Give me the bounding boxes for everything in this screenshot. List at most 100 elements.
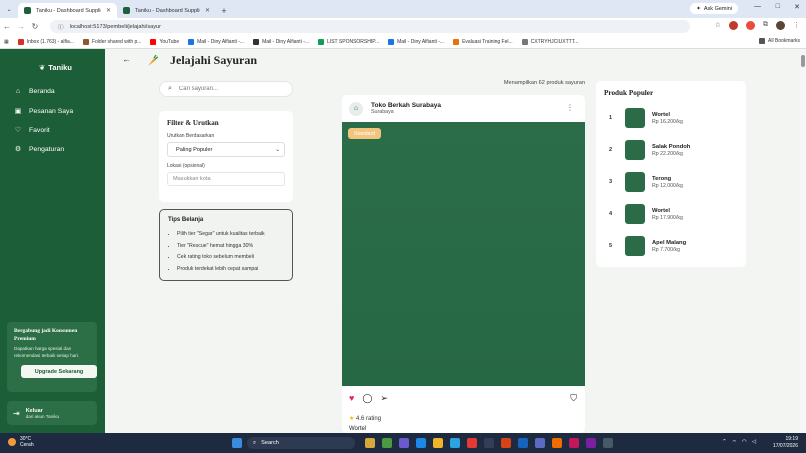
scrollbar-thumb[interactable] xyxy=(801,55,805,67)
bookmark-icon[interactable]: ⛉ xyxy=(570,393,577,404)
ask-gemini-button[interactable]: ✦ Ask Gemini xyxy=(690,3,738,14)
bookmark-item[interactable]: Mail - Diny Alfianti -... xyxy=(388,38,444,45)
bookmark-item[interactable]: Folder shared with p... xyxy=(82,38,141,45)
wifi-icon[interactable]: ◠ xyxy=(742,439,747,446)
back-button[interactable]: ← xyxy=(122,54,131,64)
app-icon[interactable] xyxy=(569,438,579,448)
extensions-puzzle-icon[interactable]: ⧉ xyxy=(763,21,768,30)
popular-item[interactable]: 1 Wortel Rp 16.200/kg xyxy=(609,108,683,128)
bookmark-label: CXTRYHJCIUXTTT... xyxy=(530,38,579,45)
apps-grid-icon[interactable]: ▦ xyxy=(4,39,9,45)
search-icon: ⌕ xyxy=(168,85,172,92)
app-icon[interactable] xyxy=(450,438,460,448)
windows-start-icon[interactable] xyxy=(232,438,242,448)
app-icon[interactable] xyxy=(365,438,375,448)
start-area xyxy=(232,438,242,448)
sidebar-item-pesanan-saya[interactable]: ▣ Pesanan Saya xyxy=(14,107,74,116)
logout-button[interactable]: ⇥ Keluar dari akun Taniku xyxy=(7,401,97,425)
minimize-icon[interactable]: — xyxy=(754,3,761,10)
app-icon[interactable] xyxy=(552,438,562,448)
sidebar-item-label: Pengaturan xyxy=(29,145,65,153)
page-scrollbar[interactable] xyxy=(800,49,806,433)
share-icon[interactable]: ➢ xyxy=(380,393,388,404)
network-icon[interactable]: ⌔ xyxy=(732,439,737,446)
star-icon[interactable]: ☆ xyxy=(715,21,721,30)
popular-item[interactable]: 3 Terong Rp 12.000/kg xyxy=(609,172,683,192)
bookmark-item[interactable]: LIST SPONSORSHIP... xyxy=(318,38,379,45)
app-icon[interactable] xyxy=(399,438,409,448)
popular-products-panel: Produk Populer 1 Wortel Rp 16.200/kg 2 Sa… xyxy=(596,81,746,267)
carrot-icon xyxy=(148,55,158,66)
logout-subtitle: dari akun Taniku xyxy=(25,413,60,419)
new-tab-button[interactable]: + xyxy=(216,3,232,18)
taskbar-apps xyxy=(365,438,613,448)
location-label: Lokasi (opsional) xyxy=(167,163,205,169)
product-image[interactable]: Standard xyxy=(342,122,585,386)
store-icon[interactable]: ⌂ xyxy=(349,101,363,116)
tab-list-icon[interactable]: ⌄ xyxy=(0,0,18,18)
url-text[interactable]: localhost:5173/pembeli/jelajahi/sayur xyxy=(70,24,161,30)
extension-icon[interactable] xyxy=(729,21,738,30)
bookmark-item[interactable]: Evaluasi Training Fel... xyxy=(453,38,513,45)
close-icon[interactable]: ✕ xyxy=(106,7,111,14)
forward-arrow-icon[interactable]: → xyxy=(14,22,28,31)
popular-item[interactable]: 2 Salak Pondoh Rp 22.200/kg xyxy=(609,140,690,160)
clock[interactable]: 19:19 17/07/2026 xyxy=(773,436,798,450)
location-input[interactable] xyxy=(167,172,285,186)
heart-icon: ♡ xyxy=(14,127,22,134)
browser-tab[interactable]: Taniku - Dashboard Supplier ✕ xyxy=(18,3,117,18)
bookmark-item[interactable]: YouTube xyxy=(150,38,179,45)
app-icon[interactable] xyxy=(484,438,494,448)
store-name[interactable]: Toko Berkah Surabaya xyxy=(371,102,441,109)
heart-icon[interactable]: ♥ xyxy=(349,393,354,404)
back-arrow-icon[interactable]: ← xyxy=(0,22,14,31)
sidebar-item-beranda[interactable]: ⌂ Beranda xyxy=(14,88,55,95)
bookmark-favicon-icon xyxy=(318,38,325,45)
search-box[interactable]: ⌕ xyxy=(159,81,293,97)
popular-item[interactable]: 5 Apel Malang Rp 7.700/kg xyxy=(609,236,686,256)
sidebar-item-favorit[interactable]: ♡ Favorit xyxy=(14,126,50,135)
volume-icon[interactable]: ◁ xyxy=(752,439,756,446)
bag-icon: ▣ xyxy=(14,108,22,115)
bookmark-item[interactable]: CXTRYHJCIUXTTT... xyxy=(521,38,579,45)
comment-icon[interactable]: ◯ xyxy=(362,393,372,404)
weather-widget[interactable]: 30°C Cerah xyxy=(8,436,34,448)
bookmark-item[interactable]: Inbox (1.763) - alfia... xyxy=(17,38,74,45)
search-icon: ⌕ xyxy=(253,439,257,446)
chevron-up-icon[interactable]: ⌃ xyxy=(722,439,727,446)
sidebar-item-pengaturan[interactable]: ⚙ Pengaturan xyxy=(14,145,65,154)
product-name[interactable]: Wortel xyxy=(349,426,366,432)
popular-item[interactable]: 4 Wortel Rp 17.900/kg xyxy=(609,204,683,224)
extension-icon[interactable] xyxy=(746,21,755,30)
close-icon[interactable]: ✕ xyxy=(205,7,210,14)
brand-logo[interactable]: ❦ Taniku xyxy=(39,63,72,72)
search-input[interactable] xyxy=(178,86,279,92)
bookmark-label: Evaluasi Training Fel... xyxy=(462,38,513,45)
all-bookmarks-button[interactable]: All Bookmarks xyxy=(759,38,800,44)
taskbar-search[interactable]: ⌕ Search xyxy=(247,437,355,449)
folder-icon[interactable] xyxy=(433,438,443,448)
youtube-icon xyxy=(150,38,157,45)
promo-description: Dapatkan harga spesial dan rekomendasi t… xyxy=(14,346,80,358)
vscode-icon[interactable] xyxy=(518,438,528,448)
app-icon[interactable] xyxy=(535,438,545,448)
browser-tab[interactable]: Taniku - Dashboard Supplier ✕ xyxy=(117,3,216,18)
app-icon[interactable] xyxy=(603,438,613,448)
more-options-icon[interactable]: ⋮ xyxy=(566,103,574,112)
app-icon[interactable] xyxy=(586,438,596,448)
site-info-icon[interactable]: ⓘ xyxy=(58,23,64,31)
url-bar[interactable]: ⓘ localhost:5173/pembeli/jelajahi/sayur xyxy=(50,20,690,33)
menu-icon[interactable]: ⋮ xyxy=(793,21,800,30)
upgrade-button[interactable]: Upgrade Sekarang xyxy=(21,365,97,378)
app-icon[interactable] xyxy=(467,438,477,448)
bookmark-item[interactable]: Mail - Diny Alfianti -... xyxy=(253,38,309,45)
maximize-icon[interactable]: □ xyxy=(776,3,780,10)
app-icon[interactable] xyxy=(501,438,511,448)
sort-select[interactable]: Paling Populer ⌄ xyxy=(167,142,285,157)
window-close-icon[interactable]: ✕ xyxy=(794,3,800,11)
chrome-icon[interactable] xyxy=(382,438,392,448)
reload-icon[interactable]: ↻ xyxy=(28,22,42,31)
bookmark-item[interactable]: Mail - Diny Alfianti -... xyxy=(188,38,244,45)
edge-icon[interactable] xyxy=(416,438,426,448)
profile-avatar[interactable] xyxy=(776,21,785,30)
